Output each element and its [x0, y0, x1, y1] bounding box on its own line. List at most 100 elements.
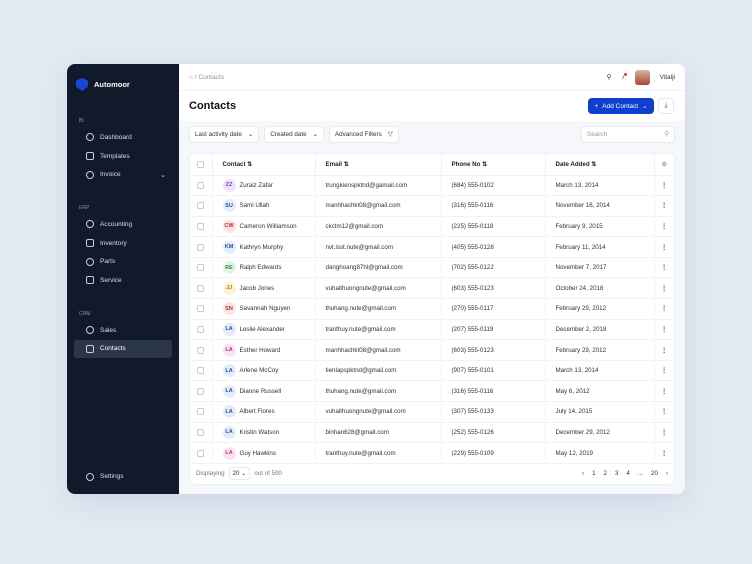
users-icon	[86, 344, 94, 353]
email-cell: manhhachkt08@gmail.com	[315, 339, 442, 361]
table-row[interactable]: LA Albert Flores vuhaithuongnute@gmail.co…	[190, 401, 674, 423]
column-header-date-added[interactable]: Date Added ⇅	[545, 154, 655, 176]
contact-name[interactable]: Jacob Jones	[240, 285, 275, 292]
contact-name[interactable]: Sami Ullah	[240, 203, 270, 210]
section-label: CRM	[79, 310, 91, 317]
more-options-icon[interactable]: ⋮	[661, 244, 667, 251]
phone-cell: (252) 555-0126	[441, 422, 546, 444]
download-button[interactable]: ⤓	[658, 98, 674, 114]
more-options-icon[interactable]: ⋮	[661, 388, 667, 395]
row-checkbox[interactable]	[197, 305, 205, 313]
advanced-filters-button[interactable]: Advanced Filters ▽	[328, 126, 399, 143]
select-all-checkbox[interactable]	[197, 160, 205, 168]
search-icon[interactable]: ⚲	[607, 73, 612, 81]
table-row[interactable]: LA Leslie Alexander tranthuy.nute@gmail.c…	[190, 319, 674, 341]
sidebar-item-sales[interactable]: Sales	[74, 321, 172, 340]
add-contact-button[interactable]: + Add Contact ⌄	[588, 98, 654, 114]
table-row[interactable]: JJ Jacob Jones vuhaithuongnute@gmail.com …	[190, 277, 674, 300]
contact-name[interactable]: Esther Howard	[240, 347, 281, 354]
more-options-icon[interactable]: ⋮	[661, 182, 667, 189]
prev-page-button[interactable]: ‹	[582, 470, 584, 477]
sidebar-item-templates[interactable]: Templates	[74, 147, 172, 166]
row-checkbox[interactable]	[197, 367, 205, 375]
table-row[interactable]: LA Arlene McCoy tienlapspktnd@gmail.com (…	[190, 360, 674, 382]
column-header-phone[interactable]: Phone No ⇅	[441, 154, 546, 176]
chevron-down-icon[interactable]: ⌄	[160, 171, 166, 179]
search-input[interactable]: Search ⚲	[581, 126, 675, 143]
row-checkbox[interactable]	[197, 346, 205, 354]
contact-name[interactable]: Albert Flores	[240, 408, 275, 415]
phone-cell: (270) 555-0117	[441, 298, 546, 320]
contact-name[interactable]: Kristin Watson	[240, 429, 280, 436]
page-button[interactable]: 4	[626, 470, 629, 477]
page-button[interactable]: 20	[651, 470, 658, 477]
table-row[interactable]: LA Kristin Watson binhan628@gmail.com (25…	[190, 422, 674, 444]
more-options-icon[interactable]: ⋮	[661, 347, 667, 354]
table-row[interactable]: LA Dianne Russell thuhang.nute@gmail.com …	[190, 380, 674, 403]
contact-name[interactable]: Arlene McCoy	[240, 367, 279, 374]
row-checkbox[interactable]	[197, 284, 205, 292]
contact-name[interactable]: Kathryn Murphy	[240, 244, 284, 251]
more-options-icon[interactable]: ⋮	[661, 264, 667, 271]
table-row[interactable]: LA Esther Howard manhhachkt08@gmail.com (…	[190, 339, 674, 361]
gear-icon[interactable]: ⚙	[661, 161, 667, 168]
table-row[interactable]: KM Kathryn Murphy nvt.isst.nute@gmail.com…	[190, 236, 674, 258]
sidebar-item-contacts[interactable]: Contacts	[74, 339, 172, 359]
bell-icon[interactable]: ♪	[621, 72, 628, 81]
row-checkbox[interactable]	[197, 387, 205, 395]
more-options-icon[interactable]: ⋮	[661, 408, 667, 415]
column-header-contact[interactable]: Contact ⇅	[212, 154, 316, 176]
contact-name[interactable]: Savannah Nguyen	[240, 306, 291, 313]
more-options-icon[interactable]: ⋮	[661, 305, 667, 312]
more-options-icon[interactable]: ⋮	[661, 202, 667, 209]
contact-name[interactable]: Ralph Edwards	[240, 264, 282, 271]
table-row[interactable]: ZZ Zuraiz Zafar trungkienspktnd@gamail.co…	[190, 175, 674, 197]
row-checkbox[interactable]	[197, 243, 205, 251]
row-checkbox[interactable]	[197, 428, 205, 436]
table-row[interactable]: LA Guy Hawkins tranthuy.nute@gmail.com (2…	[190, 442, 674, 464]
contact-name[interactable]: Cameron Williamson	[240, 223, 297, 230]
user-name[interactable]: Vitalji	[660, 74, 675, 81]
sidebar-item-service[interactable]: Service	[74, 271, 172, 290]
sidebar-item-dashboard[interactable]: Dashboard	[74, 128, 172, 147]
column-header-email[interactable]: Email ⇅	[315, 154, 442, 176]
row-checkbox[interactable]	[197, 449, 205, 457]
sidebar-item-parts[interactable]: Parts	[74, 252, 172, 271]
sidebar-item-inventory[interactable]: Inventory	[74, 234, 172, 253]
home-icon[interactable]: ⌂	[189, 74, 193, 81]
more-options-icon[interactable]: ⋮	[661, 223, 667, 230]
contact-name[interactable]: Zuraiz Zafar	[240, 182, 273, 189]
avatar[interactable]	[634, 69, 650, 85]
row-checkbox[interactable]	[197, 202, 205, 210]
more-options-icon[interactable]: ⋮	[661, 429, 667, 436]
row-checkbox[interactable]	[197, 222, 205, 230]
last-activity-filter[interactable]: Last activity date ⌄	[189, 126, 260, 143]
row-checkbox[interactable]	[197, 181, 205, 189]
created-date-filter[interactable]: Created date ⌄	[264, 126, 324, 143]
contact-name[interactable]: Guy Hawkins	[240, 450, 276, 457]
table-row[interactable]: SU Sami Ullah manhhachkt08@gmail.com (316…	[190, 195, 674, 217]
breadcrumb[interactable]: Contacts	[198, 74, 224, 81]
sidebar-item-accounting[interactable]: Accounting	[74, 215, 172, 234]
page-button[interactable]: 2	[604, 470, 607, 477]
row-checkbox[interactable]	[197, 325, 205, 333]
sidebar-item-settings[interactable]: Settings	[74, 467, 172, 486]
next-page-button[interactable]: ›	[666, 470, 668, 477]
page-button[interactable]: 1	[592, 470, 595, 477]
more-options-icon[interactable]: ⋮	[661, 326, 667, 333]
more-options-icon[interactable]: ⋮	[661, 450, 667, 457]
row-checkbox[interactable]	[197, 264, 205, 272]
download-icon: ⤓	[664, 102, 668, 109]
page-button[interactable]: ...	[638, 470, 643, 477]
per-page-select[interactable]: 20 ⌄	[228, 467, 251, 481]
table-row[interactable]: CW Cameron Williamson ckctm12@gmail.com (…	[190, 216, 674, 238]
table-row[interactable]: RE Ralph Edwards danghoang87hl@gmail.com …	[190, 257, 674, 279]
more-options-icon[interactable]: ⋮	[661, 285, 667, 292]
more-options-icon[interactable]: ⋮	[661, 367, 667, 374]
row-checkbox[interactable]	[197, 408, 205, 416]
contact-name[interactable]: Dianne Russell	[240, 388, 282, 395]
table-row[interactable]: SN Savannah Nguyen thuhang.nute@gmail.com…	[190, 298, 674, 320]
contact-name[interactable]: Leslie Alexander	[240, 326, 285, 333]
page-button[interactable]: 3	[615, 470, 618, 477]
sidebar-item-invoice[interactable]: Invoice ⌄	[74, 165, 172, 184]
